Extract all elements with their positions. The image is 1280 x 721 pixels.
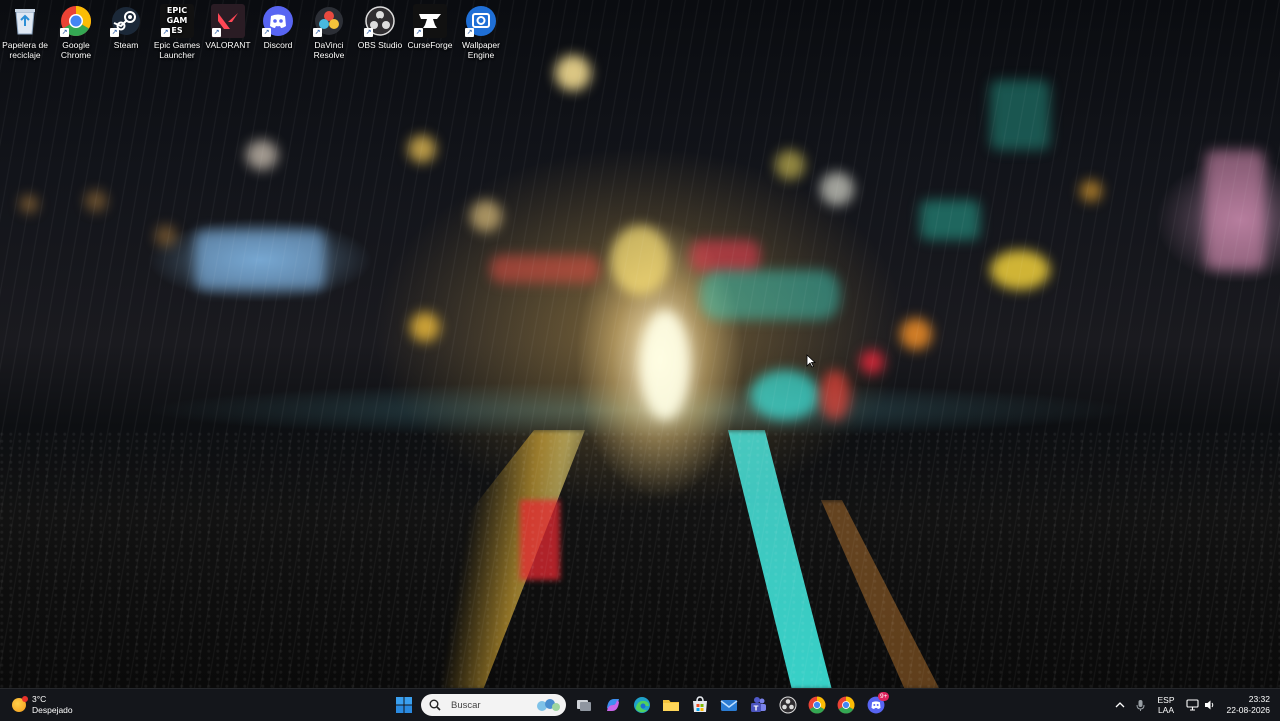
recycle-bin-icon (8, 4, 42, 38)
desktop-icon-discord[interactable]: ↗ Discord (253, 4, 303, 50)
desktop-icon-label: OBS Studio (357, 40, 403, 50)
curseforge-icon: ↗ (413, 4, 447, 38)
desktop-icon-davinci-resolve[interactable]: ↗ DaVinci Resolve (304, 4, 354, 60)
shortcut-arrow-icon: ↗ (262, 28, 271, 37)
obs-studio-icon: ↗ (363, 4, 397, 38)
shortcut-arrow-icon: ↗ (364, 28, 373, 37)
obs-icon (779, 696, 797, 714)
file-explorer-icon (663, 700, 679, 711)
mail-button[interactable] (717, 693, 741, 717)
search-highlight-icon (534, 697, 562, 713)
davinci-resolve-icon: ↗ (312, 4, 346, 38)
search-placeholder: Buscar (451, 699, 481, 711)
show-hidden-icons-button[interactable] (1110, 689, 1130, 721)
mail-icon (720, 700, 738, 711)
shortcut-arrow-icon: ↗ (313, 28, 322, 37)
microphone-indicator[interactable] (1130, 689, 1150, 721)
epic-games-icon: EPIC GAMES ↗ (160, 4, 194, 38)
desktop-icon-label: VALORANT (205, 40, 251, 50)
desktop-icon-valorant[interactable]: ↗ VALORANT (203, 4, 253, 50)
system-tray: ESP LAA 23:32 22-08-2026 (1110, 689, 1280, 721)
clock[interactable]: 23:32 22-08-2026 (1220, 689, 1270, 721)
clock-date: 22-08-2026 (1226, 705, 1270, 715)
copilot-icon (607, 699, 619, 711)
microphone-icon (1136, 699, 1144, 711)
chevron-up-icon (1115, 702, 1125, 708)
desktop-icon-obs-studio[interactable]: ↗ OBS Studio (355, 4, 405, 50)
weather-temperature: 3°C (32, 694, 47, 704)
microsoft-store-icon (693, 696, 707, 712)
desktop-icon-label: CurseForge (407, 40, 453, 50)
desktop-icon-curseforge[interactable]: ↗ CurseForge (405, 4, 455, 50)
discord-taskbar-button[interactable]: 9+ (864, 692, 890, 717)
chrome-taskbar-button[interactable] (805, 693, 829, 717)
desktop-icon-label: Wallpaper Engine (462, 40, 500, 60)
valorant-icon: ↗ (211, 4, 245, 38)
show-desktop-button[interactable] (1274, 689, 1280, 721)
desktop-icon-label: Steam (113, 40, 139, 50)
clock-time: 23:32 (1248, 694, 1270, 704)
edge-button[interactable] (630, 693, 654, 717)
chrome-taskbar-button[interactable] (834, 693, 858, 717)
desktop-wallpaper[interactable] (0, 0, 1280, 688)
file-explorer-button[interactable] (659, 693, 683, 717)
shortcut-arrow-icon: ↗ (110, 28, 119, 37)
task-view-icon (577, 700, 591, 711)
desktop-icon-label: Discord (263, 40, 293, 50)
desktop-icon-google-chrome[interactable]: ↗ Google Chrome (51, 4, 101, 60)
language-code: ESP (1157, 695, 1175, 705)
edge-icon (634, 697, 650, 713)
search-icon (429, 699, 441, 711)
shortcut-arrow-icon: ↗ (212, 28, 221, 37)
copilot-button[interactable] (601, 693, 625, 717)
shortcut-arrow-icon: ↗ (465, 28, 474, 37)
desktop-icon-wallpaper-engine[interactable]: ↗ Wallpaper Engine (456, 4, 506, 60)
input-language-indicator[interactable]: ESP LAA (1150, 689, 1182, 721)
teams-icon: T (751, 697, 766, 713)
chrome-icon: ↗ (59, 4, 93, 38)
chrome-icon (837, 696, 855, 714)
task-view-button[interactable] (572, 693, 596, 717)
obs-taskbar-button[interactable] (776, 693, 800, 717)
microsoft-store-button[interactable] (688, 693, 712, 717)
weather-widget[interactable]: 3°C Despejado (12, 693, 73, 717)
desktop-icon-label: Epic Games Launcher (153, 40, 201, 60)
weather-sun-icon (12, 696, 28, 712)
weather-condition: Despejado (32, 705, 73, 715)
shortcut-arrow-icon: ↗ (414, 28, 423, 37)
search-box[interactable]: Buscar (421, 694, 566, 716)
chrome-icon (808, 696, 826, 714)
windows-logo-icon (396, 697, 412, 713)
volume-icon (1205, 700, 1214, 710)
start-button[interactable] (392, 693, 416, 717)
desktop-icon-label: DaVinci Resolve (313, 40, 345, 60)
desktop-icon-epic-games[interactable]: EPIC GAMES ↗ Epic Games Launcher (152, 4, 202, 60)
discord-notification-badge: 9+ (878, 692, 890, 701)
svg-text:T: T (754, 705, 759, 713)
shortcut-arrow-icon: ↗ (60, 28, 69, 37)
quick-settings-button[interactable] (1182, 689, 1220, 721)
steam-icon: ↗ (109, 4, 143, 38)
shortcut-arrow-icon: ↗ (161, 28, 170, 37)
keyboard-layout: LAA (1157, 705, 1175, 715)
weather-alert-icon (22, 696, 28, 702)
discord-icon: ↗ (261, 4, 295, 38)
desktop-icon-recycle-bin[interactable]: Papelera de reciclaje (0, 4, 50, 60)
network-icon (1186, 699, 1199, 711)
rain-overlay (0, 0, 1280, 688)
taskbar: 3°C Despejado Buscar T 9+ ESP LAA 23:32 … (0, 688, 1280, 721)
desktop-icon-label: Papelera de reciclaje (2, 40, 48, 60)
desktop-icon-steam[interactable]: ↗ Steam (101, 4, 151, 50)
teams-button[interactable]: T (746, 693, 770, 717)
mouse-cursor-icon (806, 354, 816, 368)
wallpaper-engine-icon: ↗ (464, 4, 498, 38)
desktop-icon-label: Google Chrome (60, 40, 92, 60)
